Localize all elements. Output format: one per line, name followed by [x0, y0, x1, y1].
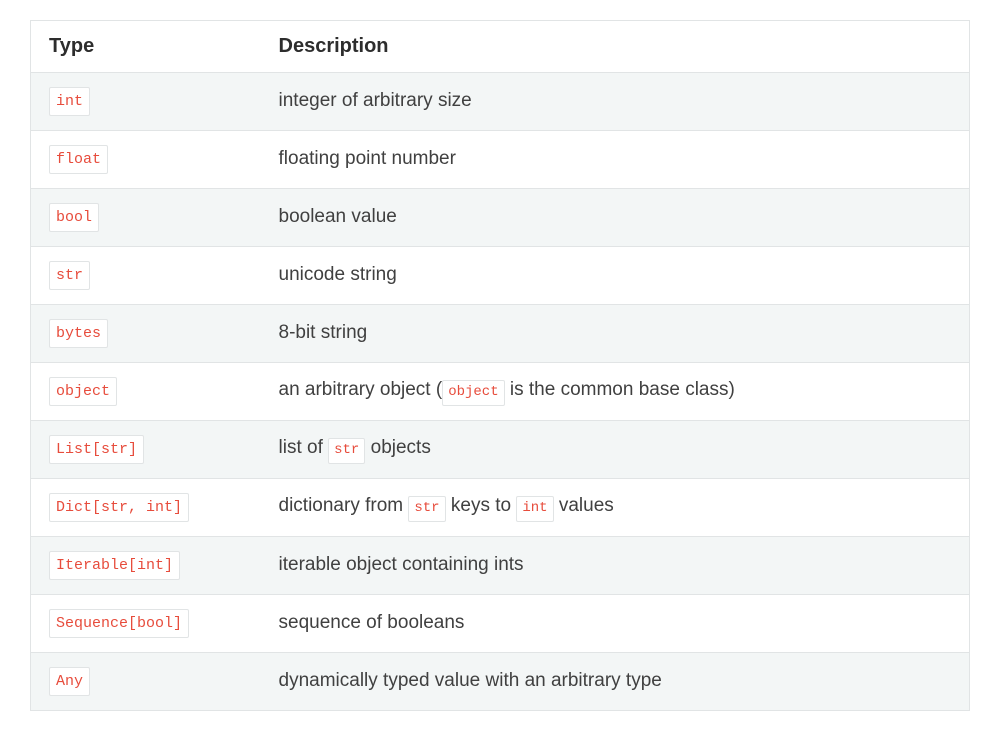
- description-cell: sequence of booleans: [261, 595, 970, 653]
- type-cell: Iterable[int]: [31, 537, 261, 595]
- type-cell: Any: [31, 653, 261, 711]
- inline-code: int: [516, 496, 553, 522]
- desc-text: dynamically typed value with an arbitrar…: [279, 670, 662, 691]
- type-code: Iterable[int]: [49, 551, 180, 580]
- desc-text: an arbitrary object (: [279, 379, 443, 400]
- desc-text: dictionary from: [279, 495, 409, 516]
- inline-code: object: [442, 380, 504, 406]
- desc-text: unicode string: [279, 264, 397, 285]
- table-row: Any dynamically typed value with an arbi…: [31, 653, 970, 711]
- type-cell: object: [31, 363, 261, 421]
- description-cell: list of str objects: [261, 421, 970, 479]
- desc-text: is the common base class): [505, 379, 735, 400]
- header-type: Type: [31, 21, 261, 73]
- description-cell: dictionary from str keys to int values: [261, 479, 970, 537]
- desc-text: objects: [365, 437, 430, 458]
- desc-text: sequence of booleans: [279, 612, 465, 633]
- desc-text: boolean value: [279, 206, 397, 227]
- type-code: List[str]: [49, 435, 144, 464]
- description-cell: iterable object containing ints: [261, 537, 970, 595]
- desc-text: integer of arbitrary size: [279, 90, 472, 111]
- type-code: float: [49, 145, 108, 174]
- types-table: Type Description int integer of arbitrar…: [30, 20, 970, 711]
- type-cell: Dict[str, int]: [31, 479, 261, 537]
- desc-text: keys to: [446, 495, 517, 516]
- type-cell: float: [31, 131, 261, 189]
- table-row: Dict[str, int] dictionary from str keys …: [31, 479, 970, 537]
- description-cell: integer of arbitrary size: [261, 73, 970, 131]
- description-cell: dynamically typed value with an arbitrar…: [261, 653, 970, 711]
- table-header-row: Type Description: [31, 21, 970, 73]
- table-row: bytes 8-bit string: [31, 305, 970, 363]
- desc-text: floating point number: [279, 148, 456, 169]
- desc-text: 8-bit string: [279, 322, 368, 343]
- desc-text: values: [554, 495, 614, 516]
- table-row: Sequence[bool] sequence of booleans: [31, 595, 970, 653]
- table-row: object an arbitrary object (object is th…: [31, 363, 970, 421]
- description-cell: floating point number: [261, 131, 970, 189]
- table-row: List[str] list of str objects: [31, 421, 970, 479]
- type-cell: List[str]: [31, 421, 261, 479]
- description-cell: an arbitrary object (object is the commo…: [261, 363, 970, 421]
- description-cell: unicode string: [261, 247, 970, 305]
- table-row: float floating point number: [31, 131, 970, 189]
- type-code: bool: [49, 203, 99, 232]
- desc-text: iterable object containing ints: [279, 554, 524, 575]
- header-description: Description: [261, 21, 970, 73]
- type-code: str: [49, 261, 90, 290]
- type-code: bytes: [49, 319, 108, 348]
- table-row: int integer of arbitrary size: [31, 73, 970, 131]
- desc-text: list of: [279, 437, 329, 458]
- table-row: bool boolean value: [31, 189, 970, 247]
- inline-code: str: [408, 496, 445, 522]
- inline-code: str: [328, 438, 365, 464]
- table-row: str unicode string: [31, 247, 970, 305]
- type-code: Dict[str, int]: [49, 493, 189, 522]
- type-code: Sequence[bool]: [49, 609, 189, 638]
- type-code: object: [49, 377, 117, 406]
- type-cell: bool: [31, 189, 261, 247]
- type-cell: Sequence[bool]: [31, 595, 261, 653]
- type-code: int: [49, 87, 90, 116]
- description-cell: 8-bit string: [261, 305, 970, 363]
- type-cell: bytes: [31, 305, 261, 363]
- type-cell: str: [31, 247, 261, 305]
- type-cell: int: [31, 73, 261, 131]
- table-row: Iterable[int] iterable object containing…: [31, 537, 970, 595]
- description-cell: boolean value: [261, 189, 970, 247]
- type-code: Any: [49, 667, 90, 696]
